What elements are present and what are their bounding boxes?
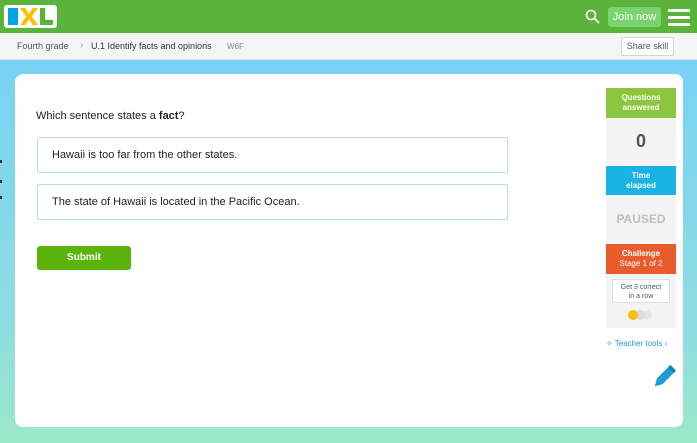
questions-answered-value: 0 <box>606 118 676 165</box>
edge-mark <box>0 160 2 163</box>
question-prompt: Which sentence states a fact? <box>36 110 185 122</box>
challenge-note: Get 3 correct in a row <box>612 279 670 303</box>
breadcrumb-skill-name: U.1 Identify facts and opinions <box>91 41 212 51</box>
breadcrumb-skill-code: W6F <box>227 42 244 51</box>
logo-letter-l <box>40 8 53 25</box>
join-now-button[interactable]: Join now <box>608 7 661 27</box>
sparkle-icon: ✧ <box>606 339 613 348</box>
logo-letter-i <box>8 8 18 25</box>
chevron-right-icon: › <box>80 40 84 51</box>
edge-mark <box>0 180 2 183</box>
teacher-tools-link[interactable]: ✧ Teacher tools › <box>606 339 667 348</box>
answer-choice-1[interactable]: Hawaii is too far from the other states. <box>37 137 508 173</box>
top-bar: Join now <box>0 0 697 33</box>
questions-answered-header: Questions answered <box>606 88 676 118</box>
hamburger-menu-icon[interactable] <box>668 8 690 26</box>
question-emphasis: fact <box>158 110 179 122</box>
pencil-icon[interactable] <box>649 362 679 392</box>
breadcrumb: Fourth grade › U.1 Identify facts and op… <box>0 33 697 60</box>
challenge-header: Challenge Stage 1 of 2 <box>606 244 676 274</box>
search-icon[interactable] <box>585 9 600 24</box>
submit-button[interactable]: Submit <box>37 246 131 270</box>
challenge-progress: Get 3 correct in a row <box>606 274 676 328</box>
time-elapsed-header: Time elapsed <box>606 166 676 195</box>
answer-choice-2[interactable]: The state of Hawaii is located in the Pa… <box>37 184 508 220</box>
share-skill-button[interactable]: Share skill <box>621 37 674 56</box>
time-elapsed-value: PAUSED <box>606 195 676 243</box>
breadcrumb-grade-link[interactable]: Fourth grade <box>17 41 69 51</box>
edge-mark <box>0 196 2 199</box>
challenge-dot-1 <box>628 310 638 320</box>
practice-panel: Which sentence states a fact? Hawaii is … <box>15 74 683 427</box>
ixl-logo[interactable] <box>4 5 57 28</box>
logo-letter-x <box>20 8 38 25</box>
